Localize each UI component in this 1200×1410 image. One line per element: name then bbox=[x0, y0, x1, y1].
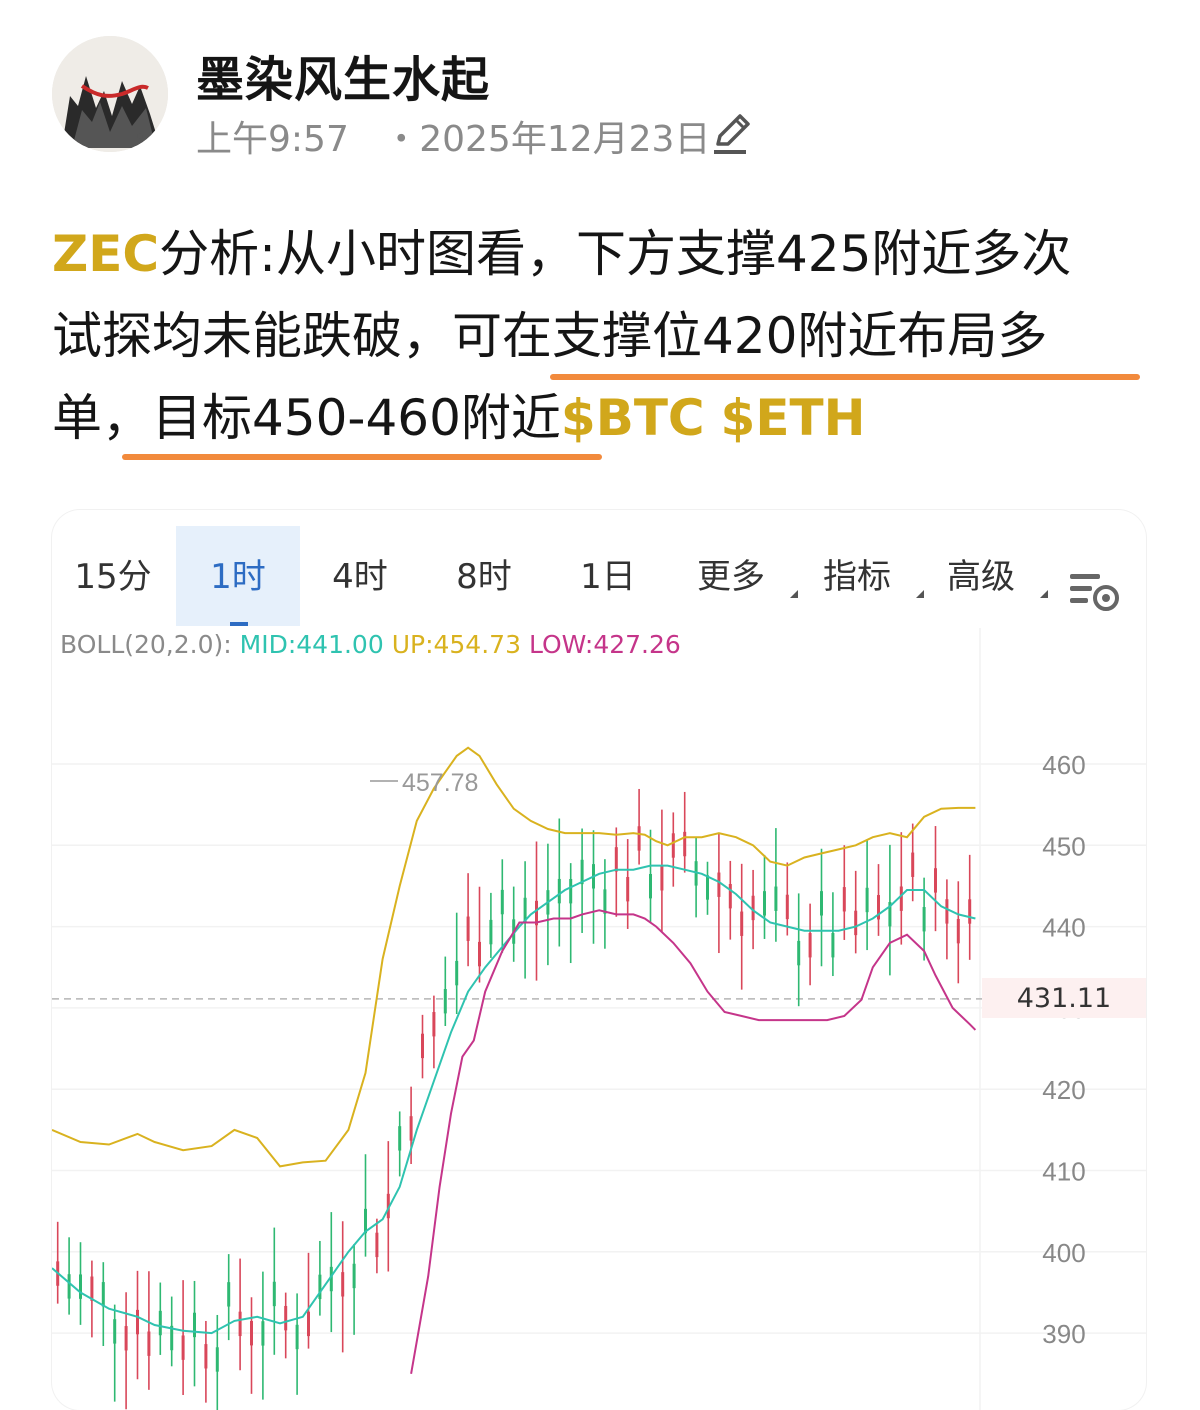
candle-body bbox=[968, 899, 972, 924]
post-time: 上午9:57 bbox=[196, 119, 349, 160]
candle-body bbox=[557, 878, 561, 904]
candle-body bbox=[683, 831, 687, 857]
candle-body bbox=[614, 847, 618, 872]
candle-body bbox=[671, 833, 675, 858]
post-text: 单，目标450-460附近 bbox=[52, 389, 561, 447]
candle-body bbox=[899, 886, 903, 911]
candle-body bbox=[124, 1326, 128, 1351]
candle-body bbox=[603, 889, 607, 914]
coin-tag-btc[interactable]: $BTC bbox=[561, 389, 705, 447]
candle-body bbox=[728, 884, 732, 909]
chart-card: 15分 1时 4时 8时 1日 更多 指标 高级 BOLL(20,2.0): M… bbox=[52, 510, 1146, 1410]
post-text: 分析:从小时图看，下方支撑425附近多次 bbox=[159, 225, 1072, 283]
candle-body bbox=[181, 1335, 185, 1360]
candle-body bbox=[706, 875, 709, 900]
candle-body bbox=[101, 1282, 105, 1307]
candle-body bbox=[831, 933, 835, 958]
candle-body bbox=[922, 907, 926, 932]
author-name[interactable]: 墨染风生水起 bbox=[196, 40, 490, 110]
y-tick-label: 410 bbox=[1042, 1157, 1085, 1187]
post-date: ・2025年12月23日 bbox=[383, 119, 711, 160]
candle-body bbox=[272, 1281, 276, 1307]
candle-body bbox=[193, 1312, 196, 1338]
candle-body bbox=[341, 1272, 345, 1297]
candle-body bbox=[375, 1232, 379, 1258]
candle-body bbox=[352, 1263, 356, 1289]
series-line-low bbox=[410, 909, 977, 1374]
author-avatar[interactable] bbox=[52, 36, 168, 152]
candle-body bbox=[238, 1311, 242, 1337]
candle-body bbox=[649, 873, 652, 899]
candle-body bbox=[204, 1344, 208, 1369]
candle-body bbox=[158, 1310, 162, 1336]
candle-body bbox=[432, 1012, 436, 1037]
candle-body bbox=[820, 891, 823, 916]
post-line-3: 单，目标450-460附近$BTC $ETH bbox=[52, 378, 865, 458]
candle-body bbox=[797, 940, 801, 966]
candle-body bbox=[227, 1282, 231, 1307]
candle-body bbox=[79, 1274, 82, 1299]
highlight-underline bbox=[122, 454, 602, 460]
candle-body bbox=[717, 872, 721, 897]
candle-body bbox=[307, 1311, 310, 1337]
candle-body bbox=[261, 1321, 265, 1346]
pencil-icon[interactable] bbox=[708, 110, 756, 158]
y-tick-label: 420 bbox=[1042, 1075, 1085, 1105]
candle-body bbox=[500, 889, 504, 915]
candle-body bbox=[136, 1309, 139, 1335]
candle-body bbox=[466, 916, 470, 941]
candle-body bbox=[147, 1331, 151, 1356]
y-tick-label: 400 bbox=[1042, 1238, 1085, 1268]
candle-body bbox=[409, 1116, 413, 1141]
candle-body bbox=[740, 911, 744, 936]
candle-body bbox=[660, 866, 664, 891]
candle-body bbox=[569, 878, 573, 904]
coin-tag-eth[interactable]: $ETH bbox=[721, 389, 866, 447]
candle-body bbox=[763, 891, 766, 916]
post-header: 墨染风生水起 上午9:57 ・2025年12月23日 bbox=[52, 36, 1152, 160]
coin-tag-zec[interactable]: ZEC bbox=[52, 225, 159, 283]
candle-body bbox=[626, 876, 630, 902]
candle-body bbox=[250, 1321, 253, 1346]
candle-body bbox=[67, 1274, 71, 1299]
candle-body bbox=[455, 960, 459, 986]
y-tick-label: 390 bbox=[1042, 1319, 1085, 1349]
candle-body bbox=[443, 989, 447, 1014]
candle-body bbox=[113, 1319, 117, 1344]
candle-body bbox=[774, 886, 778, 911]
candle-body bbox=[842, 887, 846, 912]
candle-body bbox=[785, 894, 789, 920]
candle-body bbox=[945, 899, 949, 924]
y-tick-label: 450 bbox=[1042, 831, 1085, 861]
candle-body bbox=[284, 1305, 288, 1331]
candle-body bbox=[421, 1033, 424, 1059]
post-text: 试探均未能跌破，可在支撑位420附近布局多 bbox=[52, 307, 1048, 365]
candle-body bbox=[911, 852, 915, 877]
candle-body bbox=[637, 826, 641, 851]
post-line-2: 试探均未能跌破，可在支撑位420附近布局多 bbox=[52, 296, 1047, 376]
max-price-label: 457.78 bbox=[402, 769, 478, 797]
candle-body bbox=[956, 918, 960, 944]
candle-body bbox=[865, 887, 869, 913]
candle-body bbox=[478, 941, 481, 967]
candle-body bbox=[489, 919, 493, 945]
price-chart[interactable]: 460450440430420410400390457.78 bbox=[52, 510, 1146, 1410]
candle-body bbox=[215, 1347, 219, 1372]
post-meta: 上午9:57 ・2025年12月23日 bbox=[196, 110, 710, 162]
y-tick-label: 440 bbox=[1042, 913, 1085, 943]
candle-body bbox=[934, 868, 937, 893]
candle-body bbox=[295, 1324, 299, 1350]
y-tick-label: 460 bbox=[1042, 750, 1085, 780]
ink-landscape-avatar-icon bbox=[52, 36, 168, 152]
candle-body bbox=[808, 933, 812, 958]
candle-body bbox=[854, 910, 858, 936]
post-line-1: ZEC分析:从小时图看，下方支撑425附近多次 bbox=[52, 214, 1071, 294]
candle-body bbox=[398, 1126, 402, 1151]
current-price-tag: 431.11 bbox=[982, 978, 1146, 1018]
